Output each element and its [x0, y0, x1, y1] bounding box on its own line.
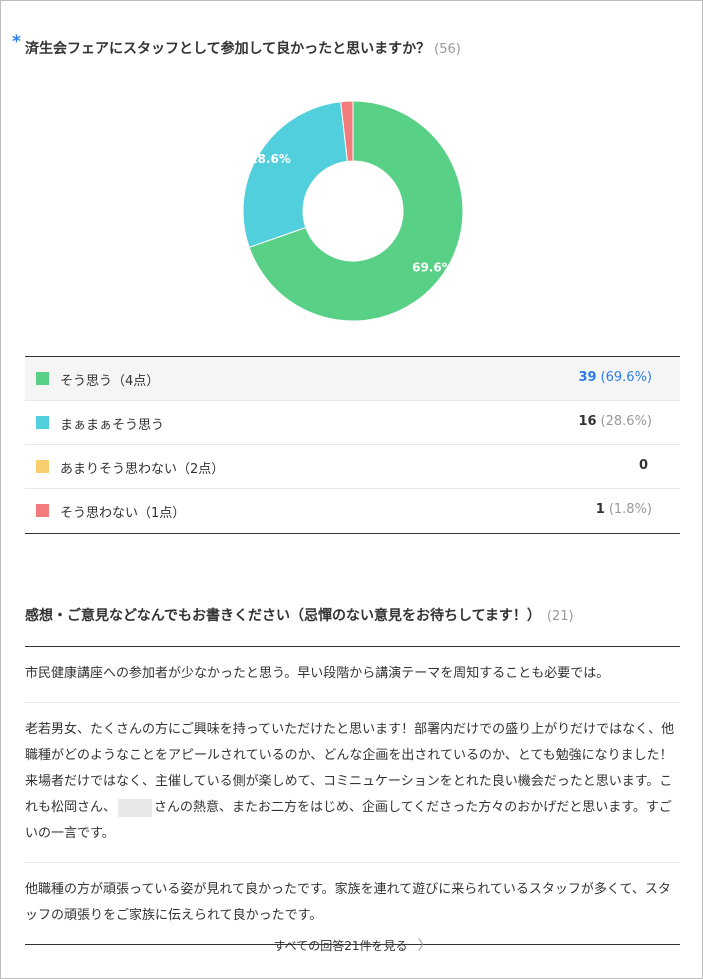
question-title-text: 済生会フェアにスタッフとして参加して良かったと思いますか？: [25, 41, 431, 57]
legend-label: そう思わない（1点）: [60, 506, 186, 521]
donut-chart: 69.6% 28.6%: [243, 101, 463, 321]
donut-slice[interactable]: [243, 101, 348, 248]
survey-results-panel: * 済生会フェアにスタッフとして参加して良かったと思いますか？ (56) 69.6…: [0, 0, 703, 979]
legend-count: 16: [578, 414, 597, 429]
legend-count: 39: [578, 370, 597, 385]
legend-swatch: [36, 372, 49, 385]
free-text-response-count: (21): [546, 609, 574, 624]
answer-item: 市民健康講座への参加者が少なかったと思う。早い段階から講演テーマを周知することも…: [25, 647, 680, 703]
legend-row[interactable]: まぁまぁそう思う 16 (28.6%): [25, 401, 680, 445]
legend-row[interactable]: そう思わない（1点） 1 (1.8%): [25, 489, 680, 533]
legend-swatch: [36, 416, 49, 429]
legend-count: 1: [595, 502, 605, 517]
legend-value: 0: [639, 458, 652, 473]
legend-label: あまりそう思わない（2点）: [60, 462, 225, 477]
legend-label: そう思う（4点）: [60, 374, 160, 389]
legend-value: 39 (69.6%): [578, 370, 652, 385]
legend-row[interactable]: そう思う（4点） 39 (69.6%): [25, 357, 680, 401]
see-all-answers-link[interactable]: すべての回答21件を見る〉: [1, 935, 703, 955]
free-text-question-text: 感想・ご意見などなんでもお書きください（忌憚のない意見をお待ちしてます！）: [25, 608, 541, 624]
legend-swatch: [36, 504, 49, 517]
response-count: (56): [434, 42, 461, 57]
legend-table: そう思う（4点） 39 (69.6%) まぁまぁそう思う 16 (28.6%) あま…: [25, 356, 680, 534]
answer-item: 他職種の方が頑張っている姿が見れて良かったです。家族を連れて遊びに来られているス…: [25, 863, 680, 944]
answer-list: 市民健康講座への参加者が少なかったと思う。早い段階から講演テーマを周知することも…: [25, 646, 680, 945]
legend-label: まぁまぁそう思う: [60, 418, 165, 433]
free-text-question-title: 感想・ご意見などなんでもお書きください（忌憚のない意見をお待ちしてます！） (21…: [25, 605, 574, 625]
legend-percent: (28.6%): [600, 414, 652, 429]
question-title: 済生会フェアにスタッフとして参加して良かったと思いますか？ (56): [25, 38, 461, 58]
legend-row[interactable]: あまりそう思わない（2点） 0: [25, 445, 680, 489]
see-all-label: すべての回答21件を見る: [273, 939, 408, 953]
answer-text: 市民健康講座への参加者が少なかったと思う。早い段階から講演テーマを周知することも…: [25, 666, 610, 681]
legend-percent: (1.8%): [608, 502, 652, 517]
redacted-name: [118, 798, 153, 817]
required-mark: *: [12, 32, 21, 52]
legend-value: 16 (28.6%): [578, 414, 652, 429]
legend-percent: (69.6%): [600, 370, 652, 385]
slice-percent-label: 69.6%: [412, 261, 454, 275]
slice-percent-label: 28.6%: [249, 152, 291, 166]
answer-text: 他職種の方が頑張っている姿が見れて良かったです。家族を連れて遊びに来られているス…: [25, 882, 671, 923]
legend-value: 1 (1.8%): [596, 502, 652, 517]
answer-item: 老若男女、たくさんの方にご興味を持っていただけたと思います！部署内だけでの盛り上…: [25, 703, 680, 863]
legend-swatch: [36, 460, 49, 473]
chevron-right-icon: 〉: [417, 938, 432, 954]
legend-count: 0: [638, 458, 648, 473]
